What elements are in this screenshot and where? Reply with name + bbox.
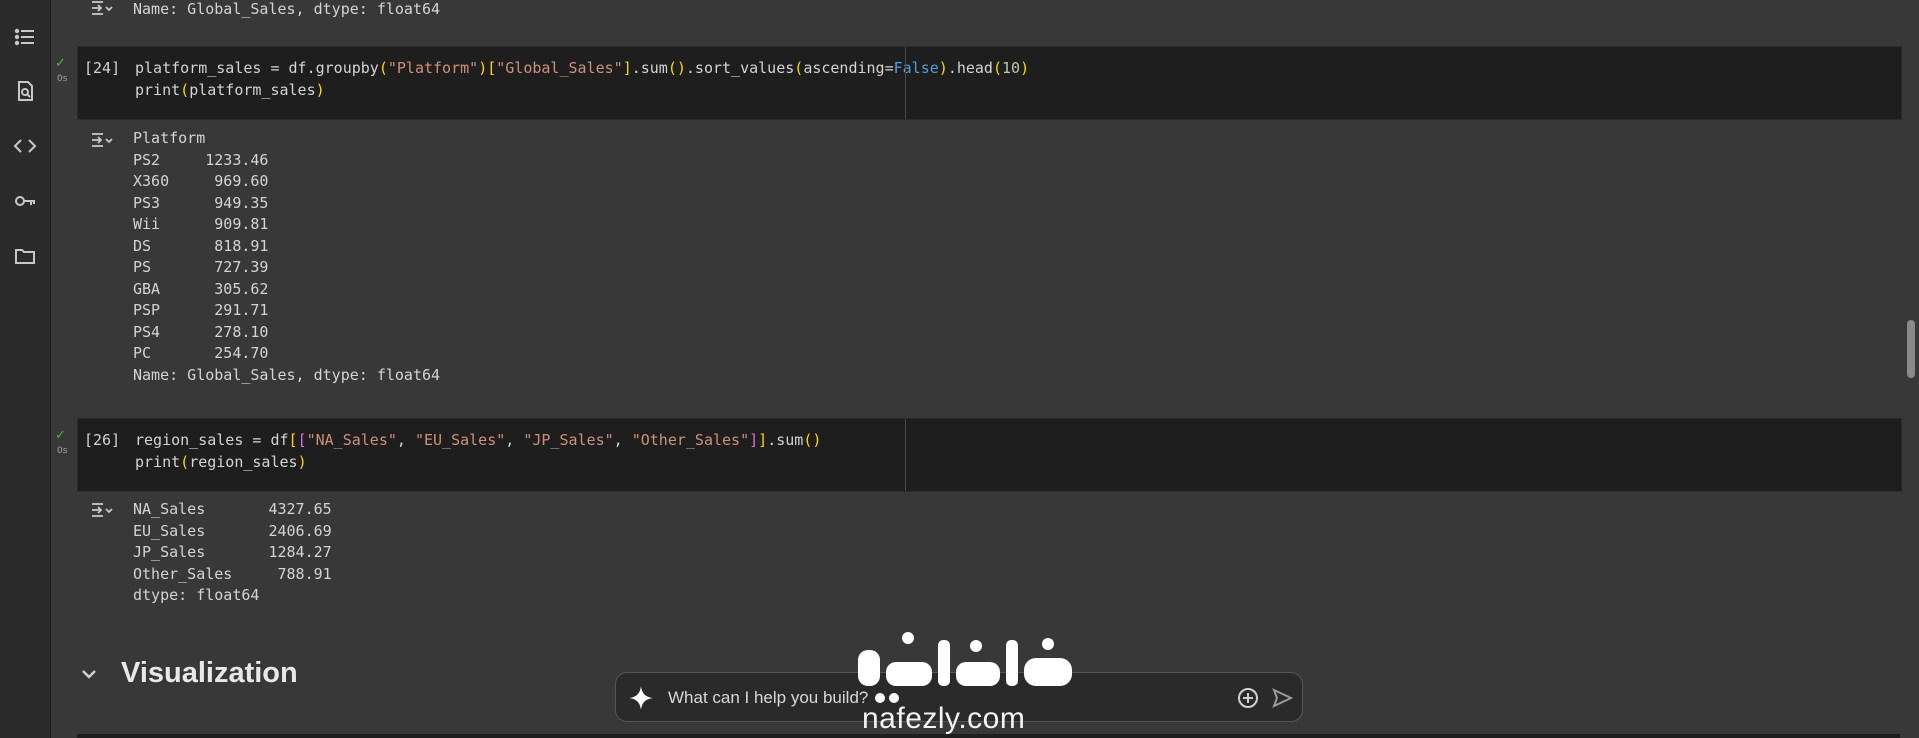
output-line: EU_Sales 2406.69 — [133, 521, 332, 540]
execution-time: 0s — [57, 446, 68, 456]
output-toggle-icon[interactable] — [89, 130, 115, 150]
section-header: Visualization — [77, 657, 298, 690]
execution-count[interactable]: [24] — [84, 59, 120, 77]
code-line[interactable]: region_sales = df[["NA_Sales", "EU_Sales… — [135, 431, 821, 449]
output-line: Wii 909.81 — [133, 215, 269, 233]
output-line: NA_Sales 4327.65 — [133, 500, 332, 518]
output-toggle-icon[interactable] — [89, 0, 115, 18]
output-line: dtype: float64 — [133, 586, 260, 604]
success-check-icon: ✓ — [55, 428, 66, 443]
output-line: PS2 1233.46 — [133, 150, 269, 169]
chevron-down-icon[interactable] — [77, 662, 101, 686]
success-check-icon: ✓ — [55, 56, 66, 71]
code-cell-24[interactable]: [24] platform_sales = df.groupby("Platfo… — [77, 46, 1902, 120]
find-icon[interactable] — [13, 79, 37, 103]
output-line: Name: Global_Sales, dtype: float64 — [133, 0, 441, 18]
output-line: PS4 278.10 — [133, 322, 269, 341]
code-line[interactable]: print(region_sales) — [135, 453, 307, 471]
output-line: DS 818.91 — [133, 236, 269, 255]
output-line: PS 727.39 — [133, 258, 269, 276]
output-line: Name: Global_Sales, dtype: float64 — [133, 365, 441, 384]
code-line[interactable]: print(platform_sales) — [135, 81, 325, 99]
scrollbar-thumb[interactable] — [1907, 320, 1915, 378]
send-icon[interactable] — [1270, 686, 1294, 710]
secrets-key-icon[interactable] — [13, 189, 37, 213]
table-of-contents-icon[interactable] — [13, 25, 37, 49]
section-title: Visualization — [121, 657, 298, 689]
output-line: X360 969.60 — [133, 172, 269, 190]
code-line[interactable]: platform_sales = df.groupby("Platform")[… — [135, 59, 1029, 77]
watermark-text: nafezly.com — [862, 702, 1026, 735]
output-line: Other_Sales 788.91 — [133, 564, 332, 583]
output-line: PS3 949.35 — [133, 193, 269, 212]
code-cell-26[interactable]: [26] region_sales = df[["NA_Sales", "EU_… — [77, 418, 1902, 492]
notebook-area: Name: Global_Sales, dtype: float64 ✓ 0s … — [51, 0, 1919, 738]
sparkle-icon — [629, 686, 653, 710]
output-toggle-icon[interactable] — [89, 500, 115, 520]
execution-count[interactable]: [26] — [84, 431, 120, 449]
ruler-line — [905, 47, 906, 119]
output-line: JP_Sales 1284.27 — [133, 543, 332, 561]
add-circle-icon[interactable] — [1236, 686, 1260, 710]
output-line: PC 254.70 — [133, 344, 269, 362]
left-sidebar — [0, 0, 51, 738]
ruler-line — [905, 419, 906, 491]
files-folder-icon[interactable] — [13, 244, 37, 268]
output-line: Platform — [133, 129, 206, 147]
code-snippets-icon[interactable] — [13, 134, 37, 158]
output-line: PSP 291.71 — [133, 301, 269, 319]
execution-time: 0s — [57, 74, 68, 84]
output-line: GBA 305.62 — [133, 279, 269, 298]
